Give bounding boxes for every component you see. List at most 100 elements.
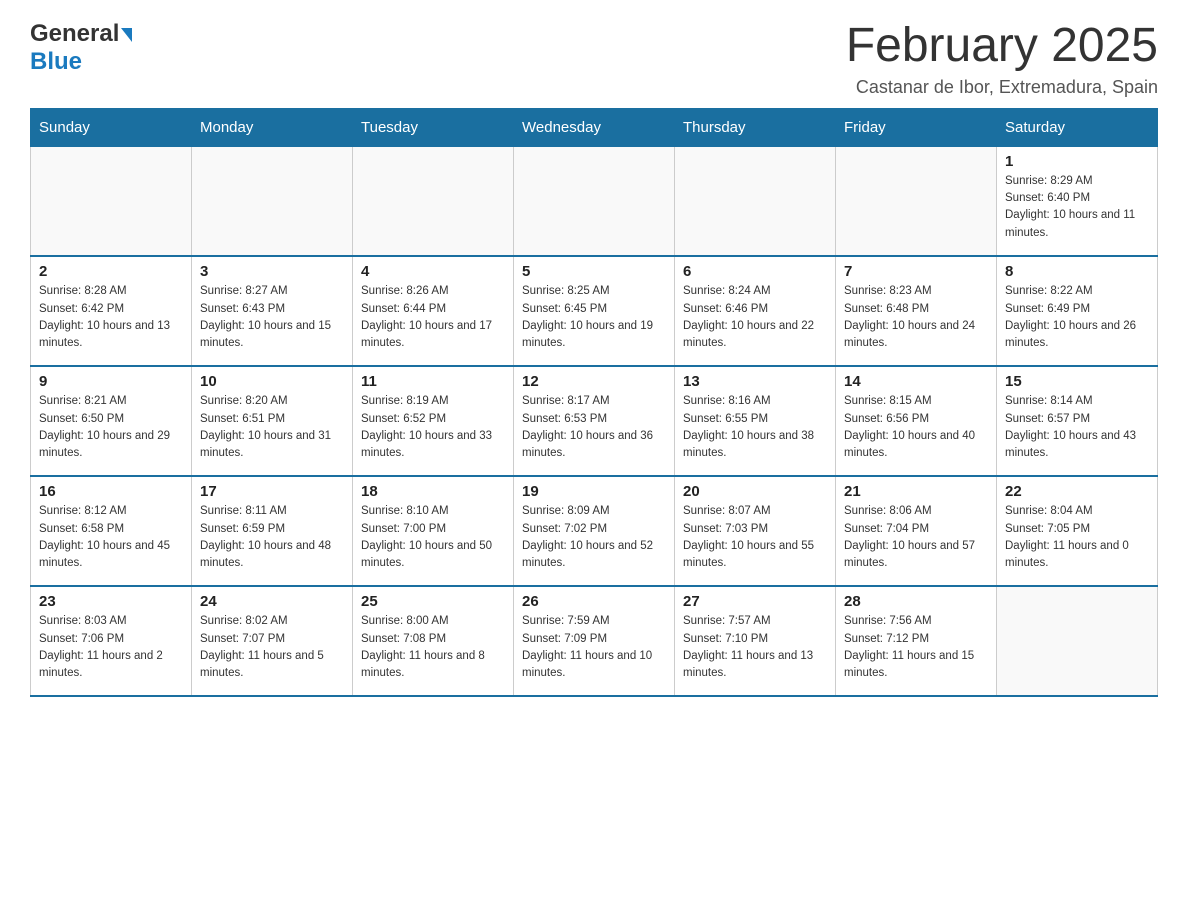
day-number: 14 [844,373,988,390]
weekday-header-wednesday: Wednesday [514,108,675,146]
day-info: Sunrise: 8:19 AM Sunset: 6:52 PM Dayligh… [361,393,505,462]
calendar-cell: 28 Sunrise: 7:56 AM Sunset: 7:12 PM Dayli… [836,586,997,696]
day-number: 13 [683,373,827,390]
day-info: Sunrise: 8:07 AM Sunset: 7:03 PM Dayligh… [683,503,827,572]
calendar-cell: 15Sunrise: 8:14 AM Sunset: 6:57 PM Dayli… [997,366,1158,476]
day-info: Sunrise: 8:28 AM Sunset: 6:42 PM Dayligh… [39,283,183,352]
day-info: Sunrise: 7:56 AM Sunset: 7:12 PM Dayligh… [844,613,988,682]
day-info: Sunrise: 8:16 AM Sunset: 6:55 PM Dayligh… [683,393,827,462]
day-number: 24 [200,593,344,610]
calendar-cell: 5Sunrise: 8:25 AM Sunset: 6:45 PM Daylig… [514,256,675,366]
day-info: Sunrise: 8:23 AM Sunset: 6:48 PM Dayligh… [844,283,988,352]
logo-triangle-icon [121,28,132,42]
page-subtitle: Castanar de Ibor, Extremadura, Spain [846,77,1158,98]
day-info: Sunrise: 8:06 AM Sunset: 7:04 PM Dayligh… [844,503,988,572]
logo-blue-text: Blue [30,48,82,76]
day-info: Sunrise: 7:57 AM Sunset: 7:10 PM Dayligh… [683,613,827,682]
day-number: 26 [522,593,666,610]
day-number: 25 [361,593,505,610]
day-number: 16 [39,483,183,500]
calendar-week-1: 2Sunrise: 8:28 AM Sunset: 6:42 PM Daylig… [31,256,1158,366]
calendar-week-4: 23 Sunrise: 8:03 AM Sunset: 7:06 PM Dayli… [31,586,1158,696]
day-info: Sunrise: 8:12 AM Sunset: 6:58 PM Dayligh… [39,503,183,572]
calendar-cell: 12 Sunrise: 8:17 AM Sunset: 6:53 PM Dayli… [514,366,675,476]
calendar-cell: 21 Sunrise: 8:06 AM Sunset: 7:04 PM Dayli… [836,476,997,586]
calendar-cell: 26 Sunrise: 7:59 AM Sunset: 7:09 PM Dayli… [514,586,675,696]
day-number: 12 [522,373,666,390]
weekday-header-row: SundayMondayTuesdayWednesdayThursdayFrid… [31,108,1158,146]
day-number: 27 [683,593,827,610]
calendar-table: SundayMondayTuesdayWednesdayThursdayFrid… [30,108,1158,698]
page-header: General Blue February 2025 Castanar de I… [30,20,1158,98]
day-number: 7 [844,263,988,280]
calendar-cell: 9Sunrise: 8:21 AM Sunset: 6:50 PM Daylig… [31,366,192,476]
calendar-week-2: 9Sunrise: 8:21 AM Sunset: 6:50 PM Daylig… [31,366,1158,476]
calendar-cell: 19Sunrise: 8:09 AM Sunset: 7:02 PM Dayli… [514,476,675,586]
calendar-cell: 23 Sunrise: 8:03 AM Sunset: 7:06 PM Dayli… [31,586,192,696]
day-number: 20 [683,483,827,500]
calendar-cell: 3 Sunrise: 8:27 AM Sunset: 6:43 PM Daylig… [192,256,353,366]
weekday-header-tuesday: Tuesday [353,108,514,146]
day-number: 1 [1005,153,1149,170]
calendar-week-3: 16 Sunrise: 8:12 AM Sunset: 6:58 PM Dayli… [31,476,1158,586]
calendar-cell: 4 Sunrise: 8:26 AM Sunset: 6:44 PM Daylig… [353,256,514,366]
day-number: 21 [844,483,988,500]
calendar-cell: 14 Sunrise: 8:15 AM Sunset: 6:56 PM Dayli… [836,366,997,476]
title-block: February 2025 Castanar de Ibor, Extremad… [846,20,1158,98]
day-info: Sunrise: 8:22 AM Sunset: 6:49 PM Dayligh… [1005,283,1149,352]
logo-general-text: General [30,20,119,48]
calendar-cell: 10 Sunrise: 8:20 AM Sunset: 6:51 PM Dayli… [192,366,353,476]
day-number: 5 [522,263,666,280]
day-info: Sunrise: 8:26 AM Sunset: 6:44 PM Dayligh… [361,283,505,352]
day-number: 18 [361,483,505,500]
calendar-cell: 11Sunrise: 8:19 AM Sunset: 6:52 PM Dayli… [353,366,514,476]
calendar-cell: 1 Sunrise: 8:29 AM Sunset: 6:40 PM Daylig… [997,146,1158,256]
calendar-cell [997,586,1158,696]
day-info: Sunrise: 8:10 AM Sunset: 7:00 PM Dayligh… [361,503,505,572]
day-info: Sunrise: 8:04 AM Sunset: 7:05 PM Dayligh… [1005,503,1149,572]
calendar-cell: 24 Sunrise: 8:02 AM Sunset: 7:07 PM Dayli… [192,586,353,696]
day-number: 22 [1005,483,1149,500]
calendar-cell: 6 Sunrise: 8:24 AM Sunset: 6:46 PM Daylig… [675,256,836,366]
day-info: Sunrise: 8:24 AM Sunset: 6:46 PM Dayligh… [683,283,827,352]
day-info: Sunrise: 8:09 AM Sunset: 7:02 PM Dayligh… [522,503,666,572]
day-info: Sunrise: 8:02 AM Sunset: 7:07 PM Dayligh… [200,613,344,682]
calendar-cell [192,146,353,256]
calendar-cell [514,146,675,256]
day-number: 28 [844,593,988,610]
day-info: Sunrise: 8:03 AM Sunset: 7:06 PM Dayligh… [39,613,183,682]
day-info: Sunrise: 8:21 AM Sunset: 6:50 PM Dayligh… [39,393,183,462]
day-number: 10 [200,373,344,390]
day-info: Sunrise: 8:27 AM Sunset: 6:43 PM Dayligh… [200,283,344,352]
calendar-cell [836,146,997,256]
day-info: Sunrise: 8:00 AM Sunset: 7:08 PM Dayligh… [361,613,505,682]
day-info: Sunrise: 8:15 AM Sunset: 6:56 PM Dayligh… [844,393,988,462]
day-info: Sunrise: 8:17 AM Sunset: 6:53 PM Dayligh… [522,393,666,462]
calendar-cell [353,146,514,256]
calendar-cell: 16 Sunrise: 8:12 AM Sunset: 6:58 PM Dayli… [31,476,192,586]
logo: General Blue [30,20,132,76]
day-number: 23 [39,593,183,610]
calendar-cell [675,146,836,256]
weekday-header-sunday: Sunday [31,108,192,146]
calendar-cell: 13 Sunrise: 8:16 AM Sunset: 6:55 PM Dayli… [675,366,836,476]
weekday-header-monday: Monday [192,108,353,146]
weekday-header-saturday: Saturday [997,108,1158,146]
page-title: February 2025 [846,20,1158,73]
day-info: Sunrise: 8:29 AM Sunset: 6:40 PM Dayligh… [1005,173,1149,242]
day-info: Sunrise: 8:11 AM Sunset: 6:59 PM Dayligh… [200,503,344,572]
calendar-week-0: 1 Sunrise: 8:29 AM Sunset: 6:40 PM Daylig… [31,146,1158,256]
calendar-cell: 22 Sunrise: 8:04 AM Sunset: 7:05 PM Dayli… [997,476,1158,586]
calendar-cell: 18 Sunrise: 8:10 AM Sunset: 7:00 PM Dayli… [353,476,514,586]
day-number: 8 [1005,263,1149,280]
day-number: 6 [683,263,827,280]
calendar-cell: 8 Sunrise: 8:22 AM Sunset: 6:49 PM Daylig… [997,256,1158,366]
day-number: 3 [200,263,344,280]
calendar-cell: 2Sunrise: 8:28 AM Sunset: 6:42 PM Daylig… [31,256,192,366]
day-number: 4 [361,263,505,280]
day-number: 17 [200,483,344,500]
day-info: Sunrise: 8:20 AM Sunset: 6:51 PM Dayligh… [200,393,344,462]
day-info: Sunrise: 7:59 AM Sunset: 7:09 PM Dayligh… [522,613,666,682]
calendar-cell: 20 Sunrise: 8:07 AM Sunset: 7:03 PM Dayli… [675,476,836,586]
day-info: Sunrise: 8:14 AM Sunset: 6:57 PM Dayligh… [1005,393,1149,462]
